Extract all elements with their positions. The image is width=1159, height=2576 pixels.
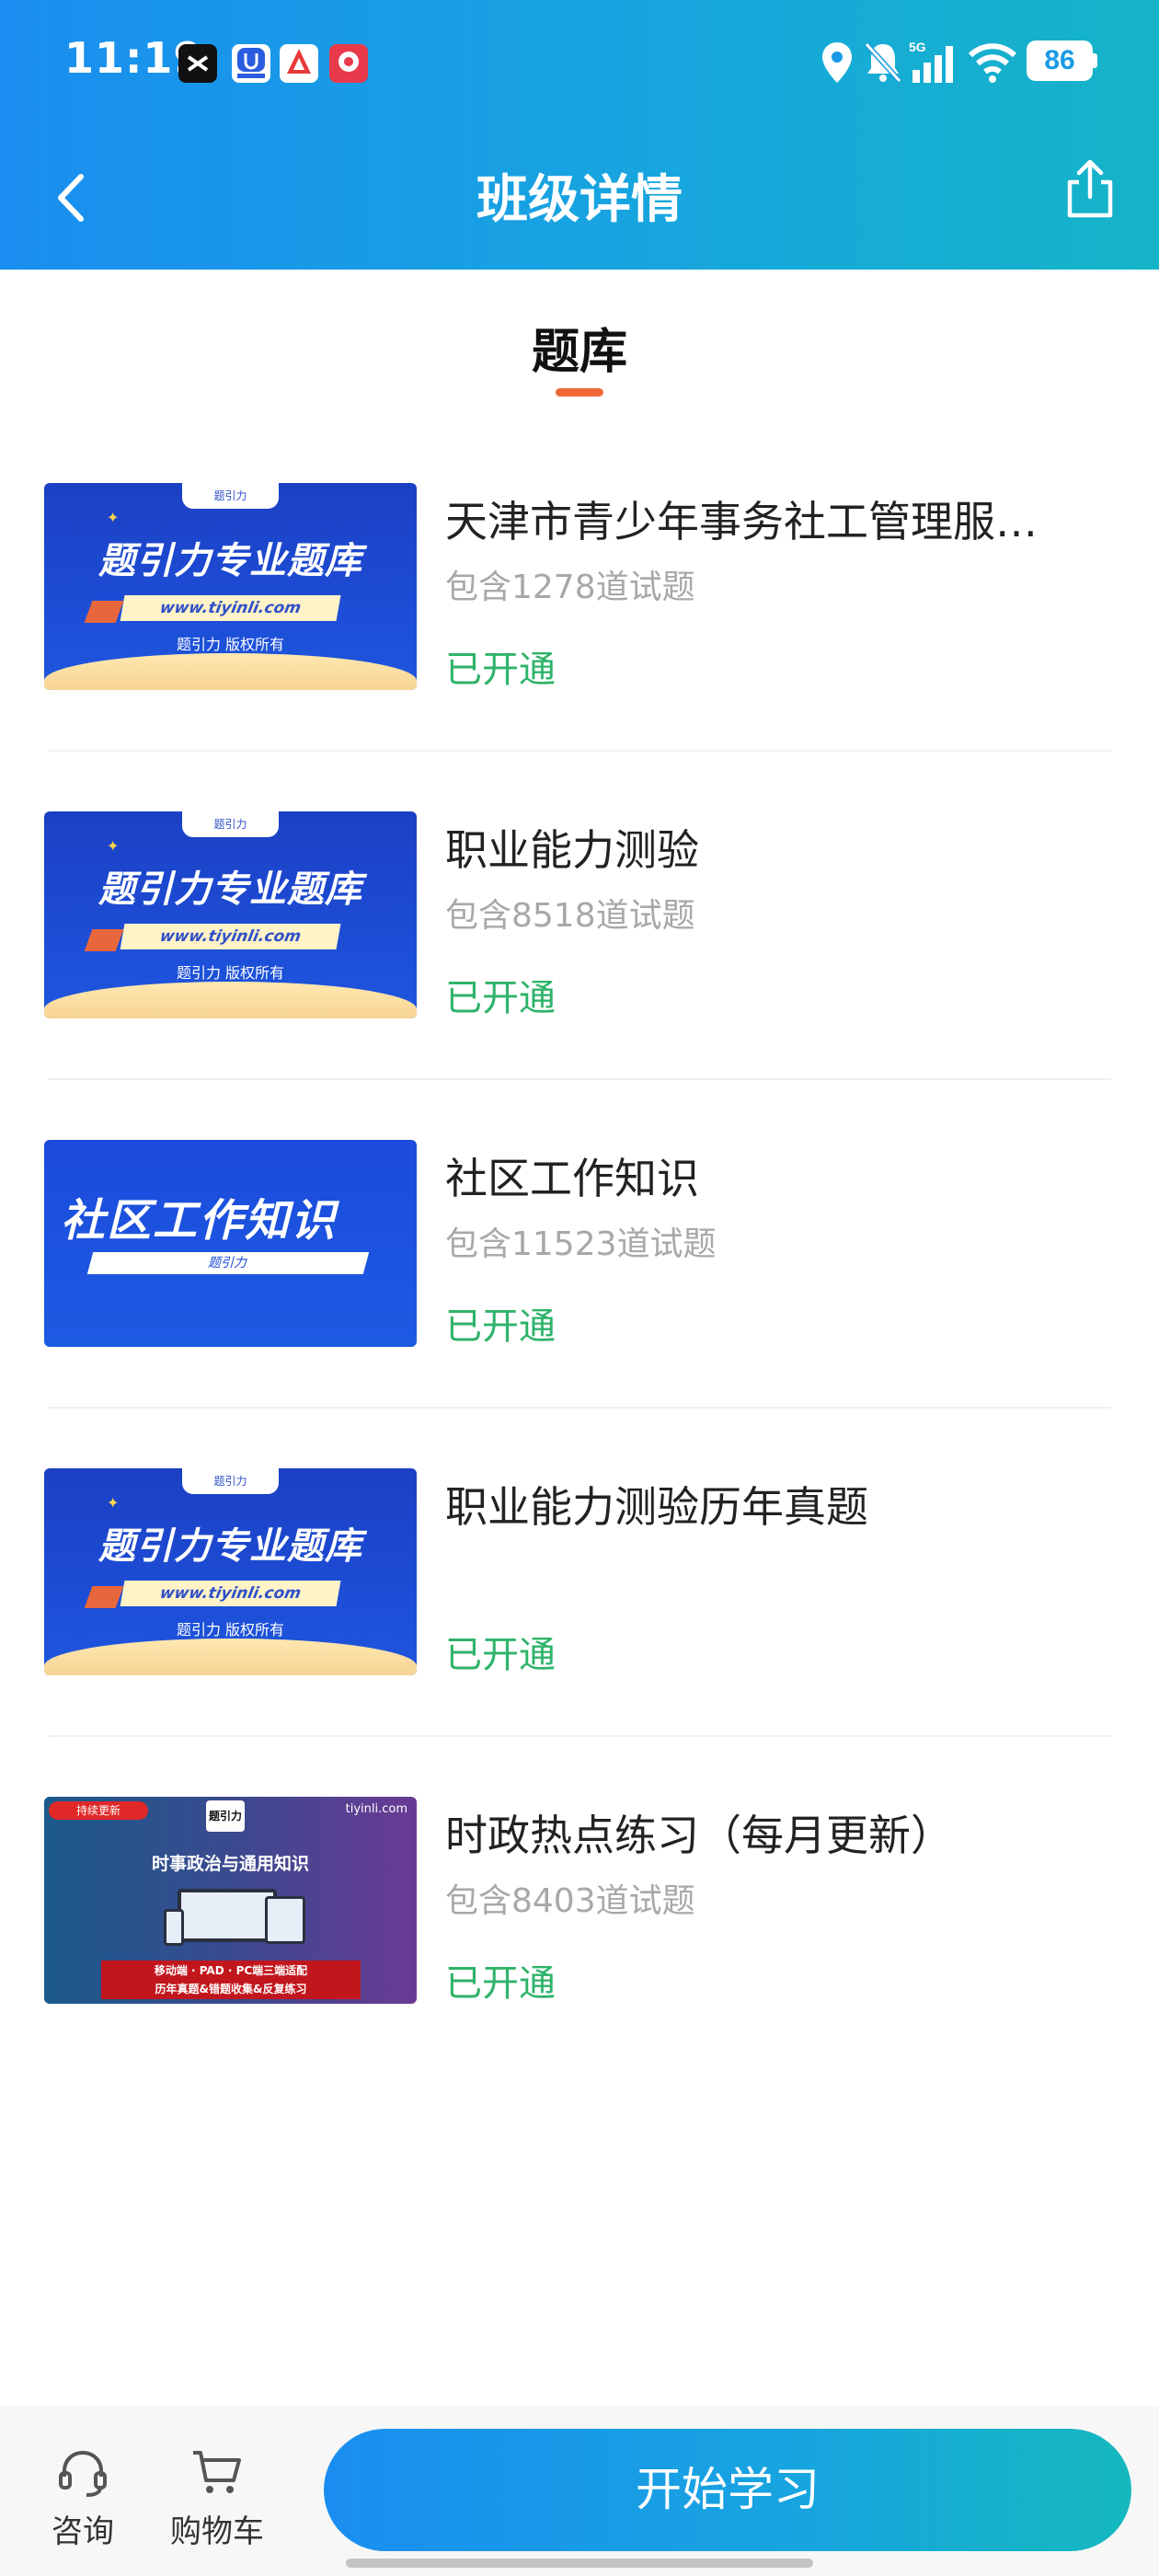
question-bank-item[interactable]: 题引力 ✦ 题引力专业题库 www.tiyinli.com 题引力 版权所有 职…	[0, 1468, 1159, 1797]
item-status: 已开通	[445, 649, 556, 691]
shopping-app-icon	[329, 44, 368, 83]
thumb-badge: 持续更新	[49, 1801, 148, 1820]
thumb-decoration	[44, 653, 417, 690]
thumb-headline: 时事政治与通用知识	[151, 1854, 309, 1874]
thumb-headline: 社区工作知识	[61, 1195, 338, 1247]
thumb-decoration	[44, 982, 417, 1018]
star-icon: ✦	[107, 509, 120, 526]
thumb-logo: 题引力	[206, 1800, 245, 1832]
page: 11:19 5G 86 班级详情 题库 题引力 ✦ 题引力专业题库 www.ti…	[0, 0, 1159, 2576]
star-icon: ✦	[107, 1494, 120, 1512]
item-question-count: 包含11523道试题	[445, 1225, 717, 1263]
thumb-line2: 历年真题&错题收集&反复练习	[155, 1983, 307, 1995]
divider	[48, 1407, 1111, 1409]
start-learning-button[interactable]: 开始学习	[324, 2429, 1131, 2551]
battery-tip	[1093, 53, 1097, 68]
thumb-tag: 题引力	[182, 483, 279, 509]
item-question-count: 包含8518道试题	[445, 897, 695, 935]
status-bar: 11:19 5G 86	[0, 0, 1159, 125]
consult-label: 咨询	[52, 2513, 114, 2550]
question-bank-item[interactable]: 持续更新 题引力 tiyinli.com 时事政治与通用知识 移动端 · PAD…	[0, 1797, 1159, 2125]
thumb-headline: 题引力专业题库	[98, 540, 362, 582]
book-icon	[84, 929, 124, 951]
cellular-signal-icon: 5G	[909, 40, 953, 83]
item-title: 职业能力测验历年真题	[445, 1482, 868, 1532]
thumb-url: www.tiyinli.com	[120, 595, 341, 621]
battery-level: 86	[1044, 45, 1075, 75]
home-indicator[interactable]	[346, 2559, 813, 2568]
study-app-icon	[280, 44, 318, 83]
item-question-count: 包含1278道试题	[445, 569, 695, 606]
question-bank-item[interactable]: 社区工作知识 题引力 社区工作知识 包含11523道试题 已开通	[0, 1140, 1159, 1468]
tab-active-indicator	[556, 388, 603, 397]
thumb-headline: 题引力专业题库	[98, 868, 362, 911]
divider	[48, 750, 1111, 752]
thumb-copyright: 题引力 版权所有	[176, 1621, 285, 1639]
thumb-headline: 题引力专业题库	[98, 1525, 362, 1568]
share-icon[interactable]	[1062, 156, 1118, 221]
course-thumbnail: 题引力 ✦ 题引力专业题库 www.tiyinli.com 题引力 版权所有	[44, 1468, 417, 1675]
tablet-icon	[265, 1896, 305, 1944]
course-thumbnail: 题引力 ✦ 题引力专业题库 www.tiyinli.com 题引力 版权所有	[44, 483, 417, 690]
question-bank-item[interactable]: 题引力 ✦ 题引力专业题库 www.tiyinli.com 题引力 版权所有 天…	[0, 483, 1159, 811]
headset-icon	[59, 2450, 107, 2497]
mute-bell-icon	[864, 41, 902, 84]
thumb-copyright: 题引力 版权所有	[176, 964, 285, 982]
tab-question-bank[interactable]: 题库	[0, 313, 1159, 382]
thumb-tag: 题引力	[182, 1468, 279, 1494]
thumb-url: www.tiyinli.com	[120, 1581, 341, 1606]
item-title: 时政热点练习（每月更新）	[445, 1811, 953, 1860]
phone-icon	[164, 1909, 184, 1946]
item-status: 已开通	[445, 977, 556, 1019]
item-question-count: 包含8403道试题	[445, 1882, 695, 1920]
battery-indicator: 86	[1027, 40, 1093, 81]
item-title: 职业能力测验	[445, 825, 699, 875]
divider	[48, 1735, 1111, 1737]
course-thumbnail: 持续更新 题引力 tiyinli.com 时事政治与通用知识 移动端 · PAD…	[44, 1797, 417, 2004]
thumb-sub: 题引力	[86, 1252, 370, 1274]
item-status: 已开通	[445, 1962, 556, 2005]
cart-label: 购物车	[170, 2513, 264, 2550]
tianyi-app-icon	[232, 44, 270, 83]
item-status: 已开通	[445, 1634, 556, 1676]
capcut-app-icon	[178, 44, 217, 83]
thumb-decoration	[44, 1639, 417, 1675]
thumb-copyright: 题引力 版权所有	[176, 636, 285, 653]
course-thumbnail: 社区工作知识 题引力	[44, 1140, 417, 1347]
thumb-site: tiyinli.com	[345, 1802, 407, 1816]
cart-button[interactable]: 购物车	[162, 2447, 272, 2551]
item-title: 社区工作知识	[445, 1154, 699, 1203]
location-icon	[822, 42, 852, 83]
laptop-icon	[178, 1889, 277, 1942]
thumb-url: www.tiyinli.com	[120, 924, 341, 949]
item-title: 天津市青少年事务社工管理服…	[445, 497, 1038, 546]
consult-button[interactable]: 咨询	[28, 2447, 138, 2551]
wifi-icon	[968, 43, 1017, 83]
item-status: 已开通	[445, 1305, 556, 1348]
shopping-cart-icon	[193, 2451, 241, 2493]
page-title: 班级详情	[476, 170, 683, 230]
network-label: 5G	[909, 40, 926, 54]
star-icon: ✦	[107, 837, 120, 855]
question-bank-item[interactable]: 题引力 ✦ 题引力专业题库 www.tiyinli.com 题引力 版权所有 职…	[0, 811, 1159, 1140]
thumb-line1: 移动端 · PAD · PC端三端适配	[154, 1964, 308, 1977]
app-header: 11:19 5G 86 班级详情	[0, 0, 1159, 270]
thumb-tag: 题引力	[182, 811, 279, 837]
divider	[48, 1078, 1111, 1080]
course-thumbnail: 题引力 ✦ 题引力专业题库 www.tiyinli.com 题引力 版权所有	[44, 811, 417, 1018]
book-icon	[84, 601, 124, 623]
thumb-feature-bar: 移动端 · PAD · PC端三端适配 历年真题&错题收集&反复练习	[101, 1961, 361, 1999]
book-icon	[84, 1586, 124, 1608]
